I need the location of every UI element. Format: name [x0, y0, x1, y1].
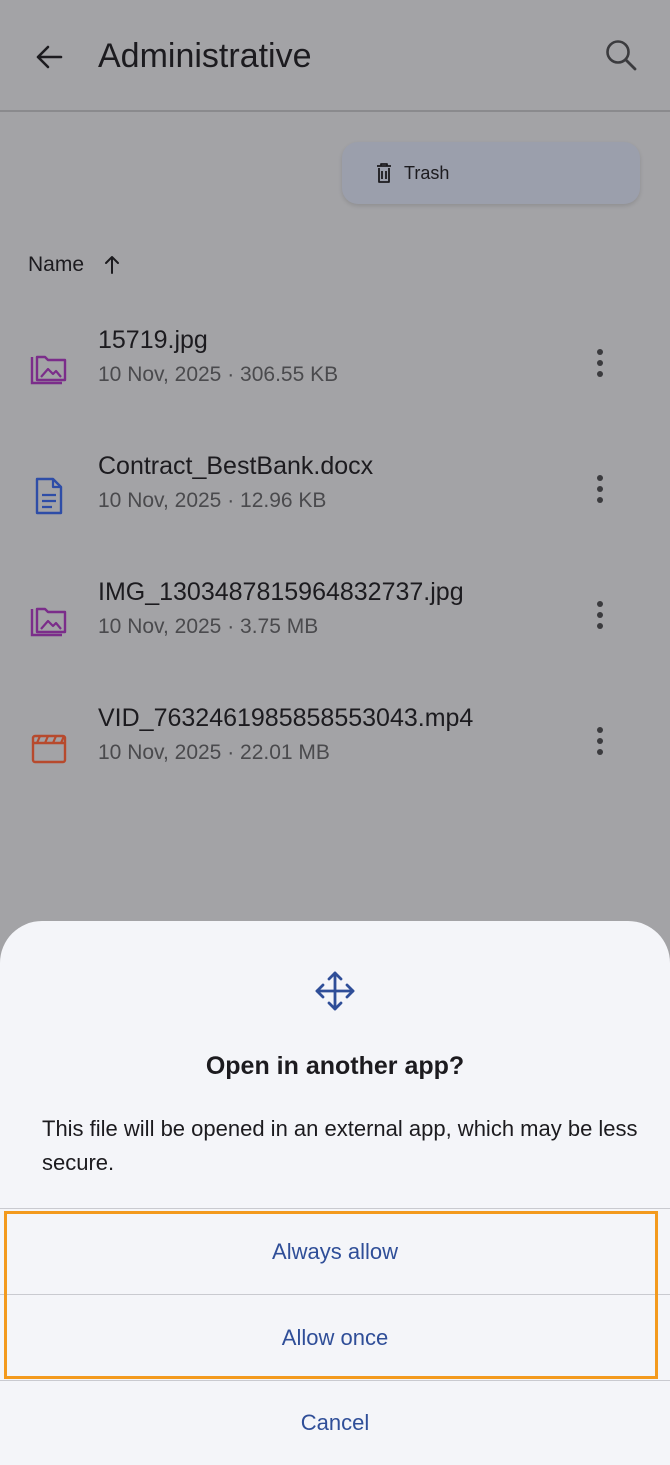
- always-allow-button[interactable]: Always allow: [0, 1210, 670, 1294]
- file-manager-screen: Administrative Trash Name 15719.jpg 10 N…: [0, 0, 670, 1465]
- divider: [0, 1208, 670, 1209]
- dialog-body: This file will be opened in an external …: [42, 1116, 638, 1175]
- cancel-button[interactable]: Cancel: [0, 1381, 670, 1465]
- divider: [0, 1294, 670, 1295]
- allow-once-button[interactable]: Allow once: [0, 1296, 670, 1380]
- open-in-app-dialog: Open in another app? This file will be o…: [0, 921, 670, 1465]
- move-arrows-icon: [315, 971, 355, 1011]
- dialog-title: Open in another app?: [205, 1052, 465, 1080]
